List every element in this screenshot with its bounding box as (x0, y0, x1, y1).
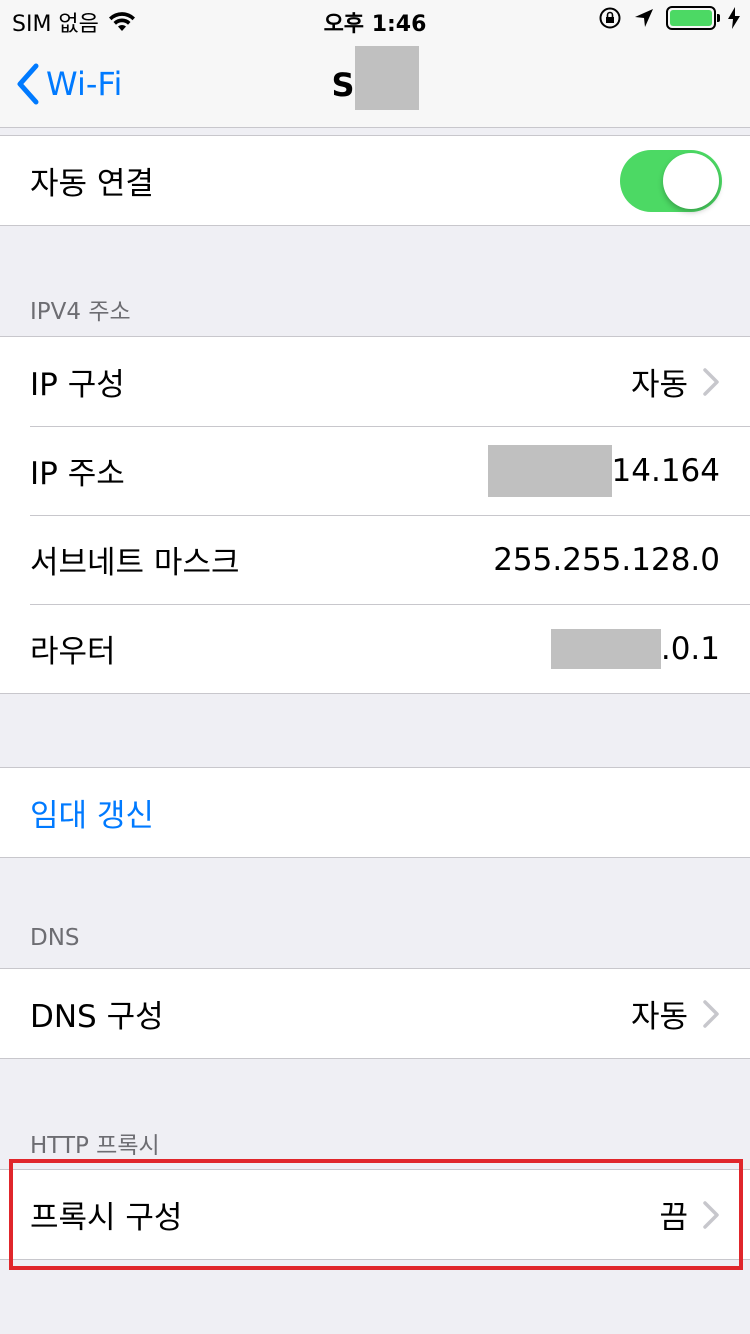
proxy-config-value: 끔 (659, 1200, 688, 1236)
subnet-mask-row: 서브네트 마스크 255.255.128.0 (0, 515, 750, 604)
toggle-knob (663, 152, 719, 209)
ipv4-group: IP 구성 자동 IP 주소 14.164 서브네트 마스크 255.255.1… (0, 336, 750, 694)
router-label: 라우터 (30, 634, 116, 670)
dns-config-value-wrap: 자동 (631, 991, 720, 1036)
ip-config-value: 자동 (630, 367, 688, 403)
chevron-right-icon (703, 1200, 719, 1229)
redacted-ip-prefix (487, 444, 612, 497)
proxy-config-row[interactable]: 프록시 구성 끔 (0, 1170, 750, 1259)
chevron-right-icon (703, 999, 719, 1028)
ip-config-row[interactable]: IP 구성 자동 (0, 337, 750, 426)
dns-section-header: DNS (30, 925, 80, 951)
proxy-config-label: 프록시 구성 (30, 1200, 183, 1236)
ip-address-row: IP 주소 14.164 (0, 426, 750, 515)
dns-group: DNS 구성 자동 (0, 968, 750, 1059)
dns-config-value: 자동 (630, 999, 688, 1035)
http-proxy-section-header: HTTP 프록시 (30, 1133, 160, 1159)
subnet-mask-value: 255.255.128.0 (493, 541, 720, 578)
ipv4-section-header: IPV4 주소 (30, 299, 131, 325)
proxy-config-value-wrap: 끔 (659, 1192, 720, 1237)
status-right (598, 6, 740, 30)
dns-config-label: DNS 구성 (30, 999, 164, 1035)
status-bar: SIM 없음 오후 1:46 (0, 0, 750, 40)
auto-join-label: 자동 연결 (30, 166, 154, 202)
renew-lease-button[interactable]: 임대 갱신 (0, 768, 750, 857)
charging-bolt-icon (728, 7, 740, 29)
router-row: 라우터 .0.1 (0, 604, 750, 693)
page-title: S (0, 46, 750, 110)
router-value-wrap: .0.1 (550, 628, 720, 669)
ip-address-label: IP 주소 (30, 456, 125, 492)
rotation-lock-icon (599, 7, 621, 29)
battery-icon (666, 6, 720, 30)
redacted-router-prefix (550, 628, 661, 669)
redacted-network-name (354, 46, 419, 110)
router-value: .0.1 (660, 630, 720, 667)
network-name: S (331, 66, 355, 104)
ip-config-value-wrap: 자동 (631, 359, 720, 404)
location-arrow-icon (635, 9, 653, 27)
ip-config-label: IP 구성 (30, 367, 125, 403)
dns-config-row[interactable]: DNS 구성 자동 (0, 969, 750, 1058)
chevron-right-icon (703, 367, 719, 396)
auto-join-row: 자동 연결 (0, 136, 750, 225)
battery-level (670, 10, 712, 26)
renew-lease-label: 임대 갱신 (30, 798, 154, 834)
navigation-bar: Wi-Fi S (0, 40, 750, 128)
auto-join-toggle[interactable] (620, 149, 722, 212)
ip-address-value-wrap: 14.164 (487, 444, 720, 497)
subnet-mask-label: 서브네트 마스크 (30, 545, 240, 581)
http-proxy-group: 프록시 구성 끔 (0, 1169, 750, 1260)
auto-join-group: 자동 연결 (0, 135, 750, 226)
lease-group: 임대 갱신 (0, 767, 750, 858)
ip-address-value: 14.164 (611, 452, 720, 489)
